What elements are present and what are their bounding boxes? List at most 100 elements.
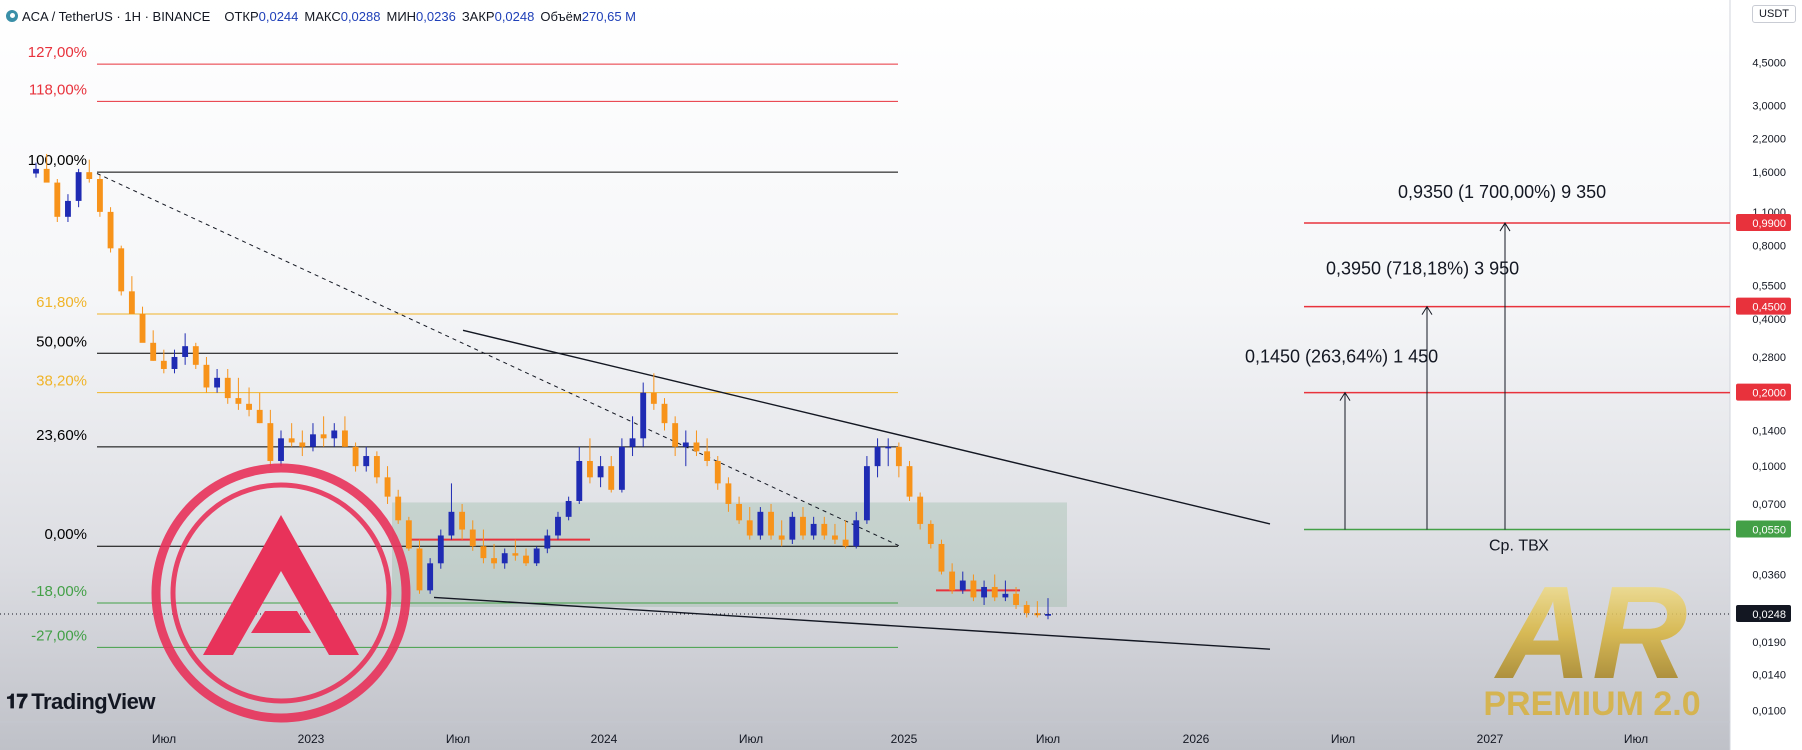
price-chart[interactable]: 127,00% 118,00% 100,00% 61,80% 50,00% 38,20% 2… [0, 0, 1802, 750]
candle-body [352, 446, 359, 467]
candle-body [810, 523, 817, 536]
close-label: ЗАКР [461, 8, 495, 24]
candle-body [310, 434, 316, 447]
close-value: 0,0248 [494, 8, 535, 24]
price-tick-label: 1,6000 [1752, 167, 1786, 179]
candle-body [917, 496, 924, 524]
fib-level-label: 23,60% [36, 427, 87, 444]
price-tick-label: 4,5000 [1752, 58, 1786, 70]
candle-body [182, 346, 189, 357]
candle-body [693, 442, 700, 452]
tradingview-label: TradingView [31, 689, 155, 714]
candle-body [501, 553, 508, 564]
candle-body [682, 442, 689, 447]
candle-body [246, 403, 252, 410]
candle-body [970, 580, 977, 598]
candle-body [587, 460, 593, 478]
open-value: 0,0244 [258, 8, 299, 24]
symbol-title[interactable]: ACA / TetherUS · 1H · BINANCE [22, 9, 210, 24]
high-label: МАКС [304, 8, 341, 24]
candle-body [427, 563, 434, 591]
candle-body [927, 523, 934, 544]
candle-body [523, 555, 529, 564]
price-tag-label: 0,2000 [1752, 388, 1786, 400]
candle-body [768, 511, 774, 536]
candle-body [576, 460, 583, 501]
candle-body [214, 377, 221, 388]
candle-body [544, 535, 551, 549]
candle-body [704, 451, 711, 461]
candle-body [533, 548, 540, 564]
fib-level-label: 100,00% [28, 152, 87, 169]
fib-level-label: 50,00% [36, 333, 87, 350]
candle-body [1002, 593, 1009, 598]
target-label: 0,9350 (1 700,00%) 9 350 [1398, 182, 1606, 202]
candle-body [43, 168, 50, 183]
open-label: ОТКР [224, 8, 259, 24]
candle-body [736, 503, 743, 521]
price-tag-label: 0,0550 [1752, 525, 1786, 537]
candle-body [341, 430, 348, 447]
candle-body [107, 211, 114, 249]
candle-body [565, 500, 572, 517]
candle-body [299, 442, 306, 447]
price-tick-label: 0,0100 [1752, 705, 1786, 717]
candle-body [363, 456, 370, 467]
candle-body [171, 356, 178, 369]
candle-body [640, 392, 647, 439]
tradingview-icon: 𝟏𝟕 [6, 690, 28, 713]
candle-body [650, 392, 657, 404]
time-tick-label: 2027 [1477, 732, 1504, 746]
fib-level-label: 61,80% [36, 294, 87, 311]
tradingview-logo[interactable]: 𝟏𝟕 TradingView [6, 689, 155, 715]
candle-body [448, 511, 455, 536]
currency-selector[interactable]: USDT [1752, 5, 1796, 23]
volume-label: Объём [540, 8, 582, 24]
time-tick-label: 2025 [891, 732, 918, 746]
candle-body [853, 520, 860, 547]
price-tick-label: 0,0700 [1752, 499, 1786, 511]
fib-level-label: 127,00% [28, 44, 87, 61]
candle-body [746, 520, 753, 536]
candle-body [320, 434, 327, 439]
candle-body [96, 178, 103, 212]
price-tag-label: 0,9900 [1752, 218, 1786, 230]
symbol-logo-icon [6, 10, 18, 22]
candle-body [459, 511, 466, 530]
candle-body [1013, 593, 1019, 605]
candle-body [714, 460, 721, 484]
fib-level-label: 38,20% [36, 373, 87, 390]
candle-body [949, 571, 956, 591]
candle-body [480, 546, 487, 559]
candle-body [842, 539, 849, 547]
candle-body [150, 342, 157, 361]
candle-body [267, 423, 274, 461]
candle-body [416, 548, 423, 591]
candle-body [224, 377, 231, 399]
time-tick-label: Июл [152, 732, 176, 746]
candle-body [160, 360, 167, 369]
candle-body [86, 172, 93, 179]
candle-body [874, 446, 881, 467]
candle-body [75, 172, 82, 201]
price-tick-label: 0,0360 [1752, 569, 1786, 581]
candle-body [757, 511, 764, 536]
candle-body [437, 535, 444, 564]
candle-body [118, 248, 125, 292]
price-tick-label: 2,2000 [1752, 133, 1786, 145]
candle-body [54, 182, 61, 217]
time-tick-label: Июл [1036, 732, 1060, 746]
target-label: 0,1450 (263,64%) 1 450 [1245, 347, 1438, 367]
low-value: 0,0236 [416, 8, 456, 24]
candle-body [395, 496, 402, 521]
price-tick-label: 0,1400 [1752, 425, 1786, 437]
candle-body [661, 403, 668, 424]
price-tick-label: 0,4000 [1752, 314, 1786, 326]
candle-body [906, 466, 913, 497]
candle-body [885, 446, 892, 449]
price-tick-label: 0,0190 [1752, 637, 1786, 649]
candle-body [981, 586, 988, 598]
fib-level-label: 0,00% [44, 526, 87, 543]
candle-body [672, 423, 679, 447]
ar-premium-logo-letters: AR [1494, 559, 1688, 706]
